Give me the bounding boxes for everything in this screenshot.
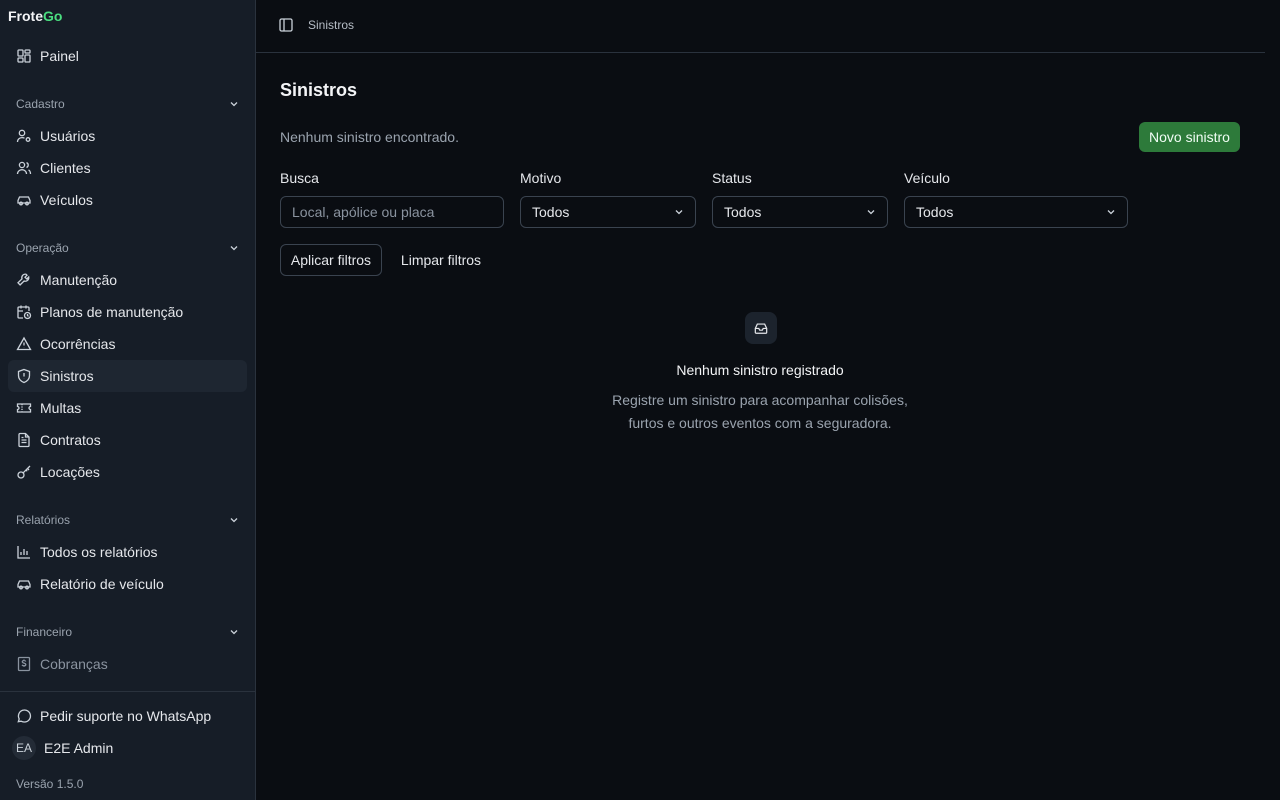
sidebar-item-label: Todos os relatórios	[40, 544, 158, 560]
sidebar-item-label: Veículos	[40, 192, 93, 208]
sidebar-item-ocorrencias[interactable]: Ocorrências	[8, 328, 247, 360]
alert-triangle-icon	[16, 336, 32, 351]
status-label: Status	[712, 170, 752, 186]
sidebar-item-clientes[interactable]: Clientes	[8, 152, 247, 184]
user-menu[interactable]: EA E2E Admin	[8, 732, 247, 764]
nav-group-relatorios[interactable]: Relatórios	[16, 510, 240, 530]
sidebar-item-multas[interactable]: Multas	[8, 392, 247, 424]
file-text-icon	[18, 432, 30, 448]
sidebar-footer-divider	[0, 691, 255, 692]
app-version: Versão 1.5.0	[16, 777, 84, 791]
sidebar-item-veiculos[interactable]: Veículos	[8, 184, 247, 216]
sidebar-item-planos-manutencao[interactable]: Planos de manutenção	[8, 296, 247, 328]
car-icon	[17, 196, 31, 206]
chevron-down-icon	[1107, 210, 1115, 215]
sidebar-item-cobrancas[interactable]: Cobranças	[8, 648, 247, 680]
sidebar-toggle-button[interactable]	[276, 15, 296, 35]
select-value: Todos	[916, 204, 954, 220]
search-input[interactable]	[280, 196, 504, 228]
chevron-down-icon	[230, 518, 238, 523]
status-select[interactable]: Todos	[712, 196, 888, 228]
sidebar: FroteGo Painel Cadastro Usuários Cliente…	[0, 0, 256, 800]
sidebar-item-label: Relatório de veículo	[40, 576, 164, 592]
sidebar-item-painel[interactable]: Painel	[8, 40, 247, 72]
chevron-down-icon	[675, 210, 683, 215]
message-circle-icon	[17, 709, 32, 723]
empty-state-line-2: furtos e outros eventos com a seguradora…	[628, 415, 892, 431]
veiculo-select[interactable]: Todos	[904, 196, 1128, 228]
nav-group-financeiro[interactable]: Financeiro	[16, 622, 240, 642]
user-cog-icon	[16, 129, 31, 143]
empty-state-description: Registre um sinistro para acompanhar col…	[560, 389, 960, 435]
dashboard-icon	[17, 49, 31, 63]
nav-group-label: Operação	[16, 241, 69, 255]
inbox-icon	[754, 323, 768, 334]
dollar-receipt-icon	[17, 656, 31, 672]
veiculo-label: Veículo	[904, 170, 950, 186]
car-icon	[17, 580, 31, 590]
empty-state-line-1: Registre um sinistro para acompanhar col…	[612, 392, 908, 408]
nav-group-label: Financeiro	[16, 625, 73, 639]
motivo-label: Motivo	[520, 170, 562, 186]
nav-group-operacao[interactable]: Operação	[16, 238, 240, 258]
empty-state-icon-wrap	[745, 312, 777, 344]
chevron-down-icon	[230, 630, 238, 635]
sidebar-item-label: Sinistros	[40, 368, 94, 384]
new-sinistro-button[interactable]: Novo sinistro	[1139, 122, 1240, 152]
sidebar-item-label: Usuários	[40, 128, 96, 144]
select-value: Todos	[724, 204, 762, 220]
page-subtitle: Nenhum sinistro encontrado.	[280, 129, 459, 145]
panel-left-icon	[279, 18, 293, 32]
nav-group-label: Cadastro	[16, 97, 65, 111]
busca-label: Busca	[280, 170, 319, 186]
sidebar-item-label: Multas	[40, 400, 82, 416]
sidebar-item-contratos[interactable]: Contratos	[8, 424, 247, 456]
chevron-down-icon	[867, 210, 875, 215]
bar-chart-icon	[17, 546, 30, 559]
shield-alert-icon	[17, 368, 31, 384]
sidebar-item-label: Pedir suporte no WhatsApp	[40, 708, 212, 724]
sidebar-item-label: Clientes	[40, 160, 91, 176]
select-value: Todos	[532, 204, 570, 220]
users-icon	[16, 161, 32, 175]
sidebar-item-label: Manutenção	[40, 272, 118, 288]
key-icon	[17, 465, 31, 479]
avatar: EA	[12, 736, 36, 760]
breadcrumb[interactable]: Sinistros	[308, 18, 354, 32]
sidebar-item-label: Painel	[40, 48, 79, 64]
top-bar: Sinistros	[256, 0, 1265, 53]
nav-group-cadastro[interactable]: Cadastro	[16, 94, 240, 114]
sidebar-item-manutencao[interactable]: Manutenção	[8, 264, 247, 296]
sidebar-item-relatorio-veiculo[interactable]: Relatório de veículo	[8, 568, 247, 600]
ticket-icon	[16, 403, 32, 413]
wrench-icon	[17, 273, 30, 286]
sidebar-item-locacoes[interactable]: Locações	[8, 456, 247, 488]
sidebar-item-label: Planos de manutenção	[40, 304, 184, 320]
apply-filters-button[interactable]: Aplicar filtros	[280, 244, 382, 276]
clear-filters-button[interactable]: Limpar filtros	[390, 244, 492, 276]
page-title: Sinistros	[280, 80, 358, 100]
motivo-select[interactable]: Todos	[520, 196, 696, 228]
brand-name-part1: Frote	[8, 8, 43, 24]
brand-logo[interactable]: FroteGo	[8, 8, 62, 24]
sidebar-item-usuarios[interactable]: Usuários	[8, 120, 247, 152]
whatsapp-support-link[interactable]: Pedir suporte no WhatsApp	[8, 700, 247, 732]
chevron-down-icon	[230, 102, 238, 107]
sidebar-item-label: Contratos	[40, 432, 101, 448]
sidebar-item-label: Locações	[40, 464, 100, 480]
calendar-clock-icon	[17, 305, 32, 320]
brand-name-part2: Go	[43, 8, 63, 24]
sidebar-item-todos-relatorios[interactable]: Todos os relatórios	[8, 536, 247, 568]
sidebar-item-label: Ocorrências	[40, 336, 116, 352]
user-name: E2E Admin	[44, 740, 114, 756]
empty-state-title: Nenhum sinistro registrado	[676, 362, 844, 378]
sidebar-item-sinistros[interactable]: Sinistros	[8, 360, 247, 392]
chevron-down-icon	[230, 246, 238, 251]
nav-group-label: Relatórios	[16, 513, 71, 527]
sidebar-item-label: Cobranças	[40, 656, 108, 672]
